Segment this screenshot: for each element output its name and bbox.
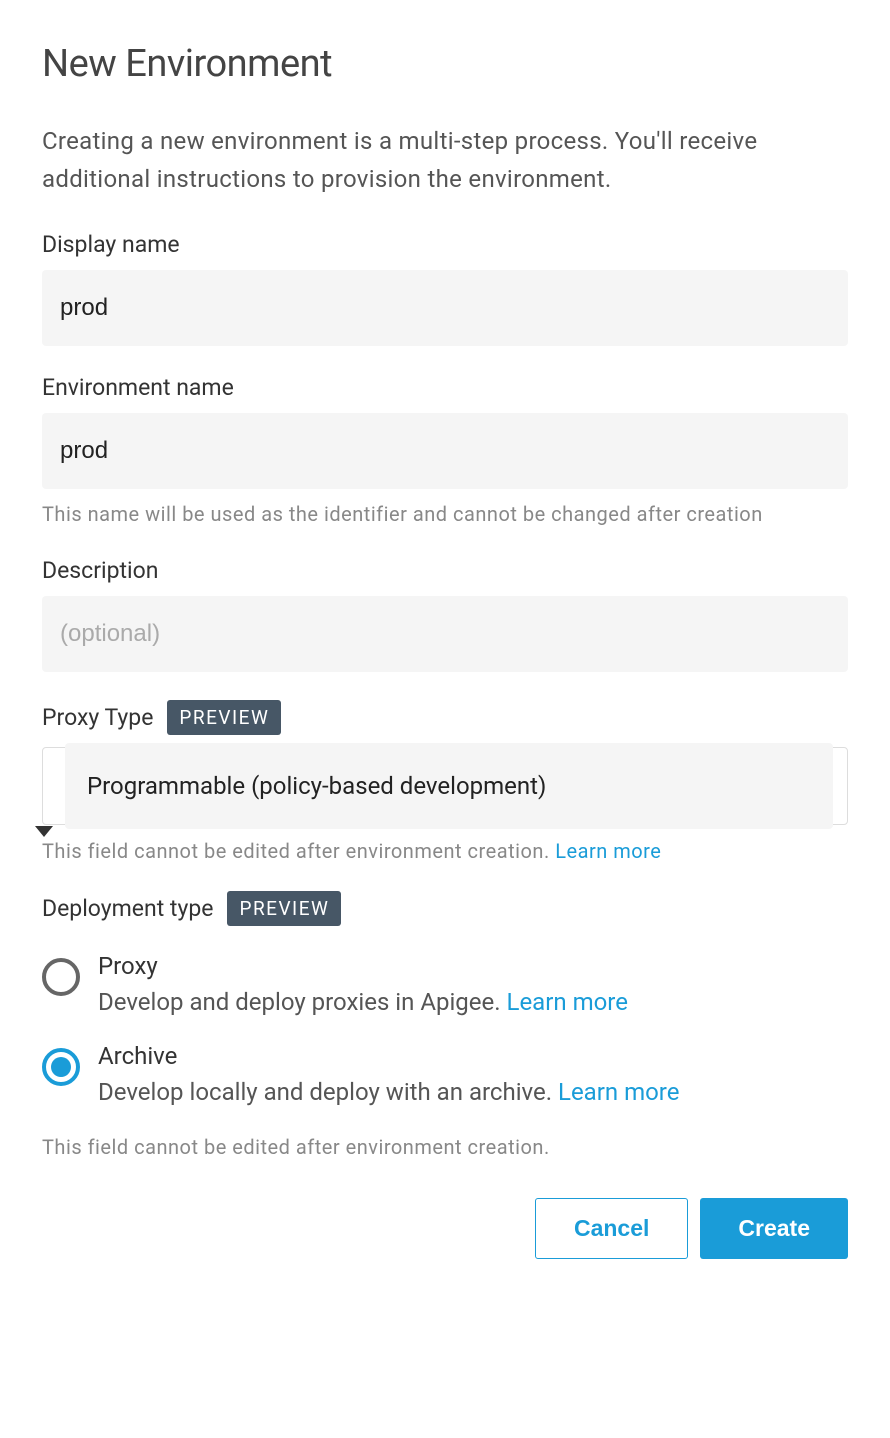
intro-text: Creating a new environment is a multi-st… — [42, 122, 848, 199]
radio-proxy-learn-more-link[interactable]: Learn more — [507, 988, 628, 1016]
deployment-type-badge: PREVIEW — [227, 891, 341, 926]
radio-proxy-desc-row: Develop and deploy proxies in Apigee. Le… — [98, 984, 848, 1020]
proxy-type-select[interactable]: Programmable (policy-based development) — [42, 747, 848, 825]
radio-archive-desc-row: Develop locally and deploy with an archi… — [98, 1074, 848, 1110]
description-label: Description — [42, 557, 848, 584]
proxy-type-label-row: Proxy Type PREVIEW — [42, 700, 848, 735]
env-name-group: Environment name This name will be used … — [42, 374, 848, 529]
deployment-type-label: Deployment type — [42, 895, 213, 922]
proxy-type-label: Proxy Type — [42, 704, 153, 731]
proxy-type-group: Proxy Type PREVIEW Programmable (policy-… — [42, 700, 848, 863]
proxy-type-select-wrapper: Programmable (policy-based development) — [42, 747, 848, 825]
display-name-label: Display name — [42, 231, 848, 258]
radio-archive-title: Archive — [98, 1042, 848, 1070]
radio-proxy[interactable] — [42, 958, 80, 996]
radio-archive[interactable] — [42, 1048, 80, 1086]
proxy-type-badge: PREVIEW — [167, 700, 281, 735]
deployment-radio-group: Proxy Develop and deploy proxies in Apig… — [42, 952, 848, 1110]
radio-archive-learn-more-link[interactable]: Learn more — [558, 1078, 679, 1106]
page-title: New Environment — [42, 42, 848, 86]
env-name-input[interactable] — [42, 413, 848, 489]
cancel-button[interactable]: Cancel — [535, 1198, 688, 1259]
proxy-type-helper: This field cannot be edited after enviro… — [42, 839, 555, 863]
radio-proxy-desc: Develop and deploy proxies in Apigee. — [98, 988, 507, 1016]
description-group: Description — [42, 557, 848, 672]
radio-archive-content: Archive Develop locally and deploy with … — [98, 1042, 848, 1110]
deployment-type-label-row: Deployment type PREVIEW — [42, 891, 848, 926]
proxy-type-learn-more-link[interactable]: Learn more — [555, 839, 661, 863]
display-name-input[interactable] — [42, 270, 848, 346]
proxy-type-helper-row: This field cannot be edited after enviro… — [42, 839, 848, 863]
button-row: Cancel Create — [42, 1198, 848, 1259]
radio-archive-desc: Develop locally and deploy with an archi… — [98, 1078, 558, 1106]
deployment-type-group: Deployment type PREVIEW Proxy Develop an… — [42, 891, 848, 1162]
env-name-helper: This name will be used as the identifier… — [42, 499, 848, 529]
env-name-label: Environment name — [42, 374, 848, 401]
display-name-group: Display name — [42, 231, 848, 346]
deployment-type-helper: This field cannot be edited after enviro… — [42, 1132, 848, 1162]
caret-down-icon — [35, 826, 53, 837]
proxy-type-selected-value: Programmable (policy-based development) — [65, 743, 833, 829]
radio-proxy-content: Proxy Develop and deploy proxies in Apig… — [98, 952, 848, 1020]
deployment-option-archive: Archive Develop locally and deploy with … — [42, 1042, 848, 1110]
deployment-option-proxy: Proxy Develop and deploy proxies in Apig… — [42, 952, 848, 1020]
radio-proxy-title: Proxy — [98, 952, 848, 980]
create-button[interactable]: Create — [700, 1198, 848, 1259]
description-input[interactable] — [42, 596, 848, 672]
